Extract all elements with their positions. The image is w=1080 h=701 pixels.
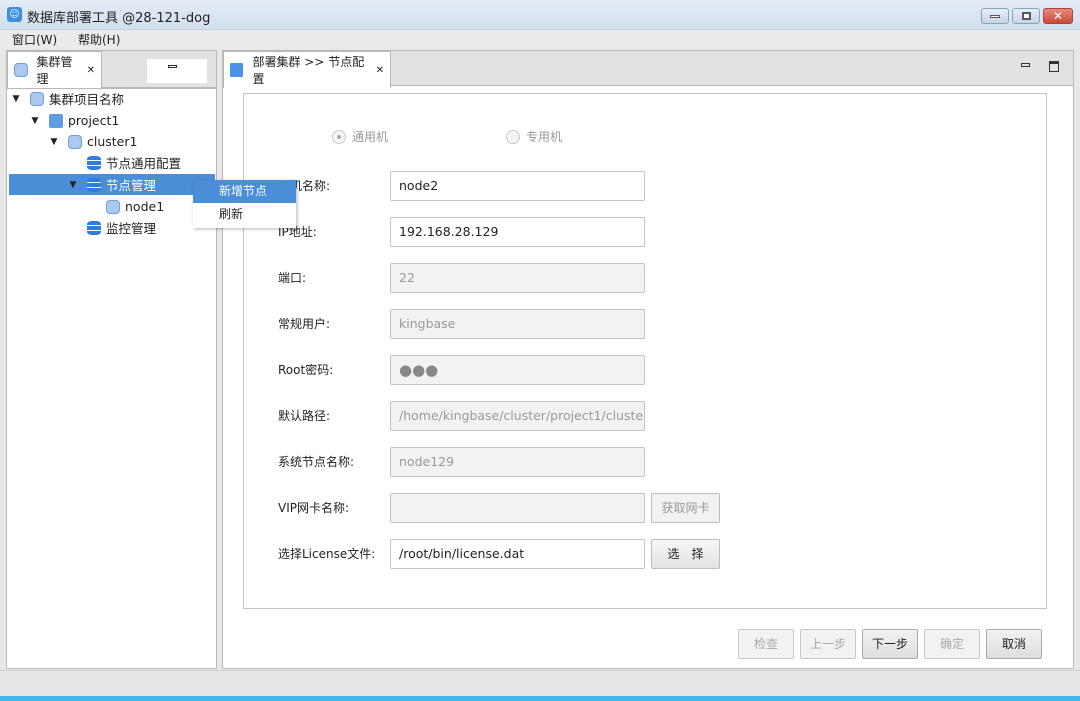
- port-input[interactable]: 22: [390, 263, 645, 293]
- tree-label: 节点管理: [106, 178, 157, 193]
- radio-label: 通用机: [352, 130, 389, 144]
- context-menu: 新增节点 刷新: [193, 180, 296, 228]
- menu-window[interactable]: 窗口(W): [12, 31, 57, 48]
- minimize-view-button[interactable]: [147, 59, 207, 83]
- cancel-button[interactable]: 取消: [986, 629, 1042, 659]
- tree-label: project1: [68, 113, 120, 128]
- field-label: 系统节点名称:: [278, 455, 355, 469]
- app-icon: ☺: [7, 7, 22, 22]
- get-nic-button[interactable]: 获取网卡: [651, 493, 720, 523]
- system-node-name-input[interactable]: node129: [390, 447, 645, 477]
- database-icon: [87, 155, 101, 170]
- tree-item-monitoring[interactable]: 监控管理: [9, 217, 215, 238]
- hostname-input[interactable]: node2: [390, 171, 645, 201]
- database-icon: [87, 220, 101, 235]
- status-bar: [0, 670, 1080, 696]
- close-tab-icon[interactable]: ✕: [376, 65, 384, 76]
- field-label: 常规用户:: [278, 317, 331, 331]
- tree-label: 节点通用配置: [106, 156, 182, 171]
- default-path-input[interactable]: /home/kingbase/cluster/project1/cluster1: [390, 401, 645, 431]
- tree-item-node1[interactable]: node1: [9, 196, 215, 217]
- cluster-icon: [68, 134, 82, 149]
- vip-nic-input[interactable]: [390, 493, 645, 523]
- expand-icon[interactable]: ▼: [66, 180, 80, 190]
- tree-item-node-common-config[interactable]: 节点通用配置: [9, 152, 215, 173]
- minimize-view-button[interactable]: [1021, 63, 1030, 67]
- menu-item-refresh[interactable]: 刷新: [193, 203, 296, 226]
- previous-button[interactable]: 上一步: [800, 629, 856, 659]
- field-label: 选择License文件:: [278, 547, 376, 561]
- database-icon: [87, 177, 101, 192]
- tree-item-cluster1[interactable]: ▼ cluster1: [9, 131, 215, 152]
- close-button[interactable]: ✕: [1043, 8, 1073, 24]
- tab-label: 部署集群 >> 节点配置: [252, 55, 365, 86]
- choose-license-button[interactable]: 选 择: [651, 539, 720, 569]
- user-input[interactable]: kingbase: [390, 309, 645, 339]
- field-label: 默认路径:: [278, 409, 331, 423]
- ip-address-input[interactable]: 192.168.28.129: [390, 217, 645, 247]
- root-password-input[interactable]: ●●●: [390, 355, 645, 385]
- tree-item-root[interactable]: ▼ 集群项目名称: [9, 88, 215, 109]
- check-button[interactable]: 检查: [738, 629, 794, 659]
- tab-label: 集群管理: [36, 55, 73, 86]
- title-bar: ☺ 数据库部署工具 @28-121-dog ✕: [0, 0, 1080, 30]
- radio-general-machine[interactable]: [332, 130, 346, 144]
- form-box: [243, 93, 1047, 609]
- window-border: [0, 696, 1080, 701]
- menu-help[interactable]: 帮助(H): [78, 31, 120, 48]
- field-label: VIP网卡名称:: [278, 501, 350, 515]
- field-label: Root密码:: [278, 363, 334, 377]
- folder-icon: [230, 63, 244, 77]
- cluster-icon: [106, 199, 120, 214]
- menu-bar: 窗口(W) 帮助(H): [0, 30, 1080, 48]
- window-title: 数据库部署工具 @28-121-dog: [27, 11, 211, 26]
- expand-icon[interactable]: ▼: [28, 116, 42, 126]
- tree-item-node-management[interactable]: ▼ 节点管理: [9, 174, 215, 195]
- maximize-view-button[interactable]: [1049, 61, 1059, 72]
- tree-item-project1[interactable]: ▼ project1: [9, 110, 215, 131]
- expand-icon[interactable]: ▼: [9, 94, 23, 104]
- tree-label: 集群项目名称: [49, 92, 125, 107]
- cluster-icon: [30, 91, 44, 106]
- maximize-button[interactable]: [1012, 8, 1040, 24]
- field-label: 端口:: [278, 271, 307, 285]
- next-button[interactable]: 下一步: [862, 629, 918, 659]
- tab-cluster-management[interactable]: 集群管理 ✕: [7, 51, 102, 88]
- radio-label: 专用机: [526, 130, 563, 144]
- tree-label: 监控管理: [106, 221, 157, 236]
- tree-label: cluster1: [87, 134, 138, 149]
- cluster-icon: [14, 63, 28, 77]
- tree-label: node1: [125, 199, 165, 214]
- ok-button[interactable]: 确定: [924, 629, 980, 659]
- menu-item-add-node[interactable]: 新增节点: [193, 180, 296, 203]
- tab-node-config[interactable]: 部署集群 >> 节点配置 ✕: [223, 51, 391, 88]
- project-icon: [49, 113, 63, 128]
- expand-icon[interactable]: ▼: [47, 137, 61, 147]
- radio-dedicated-machine[interactable]: [506, 130, 520, 144]
- license-file-input[interactable]: /root/bin/license.dat: [390, 539, 645, 569]
- close-tab-icon[interactable]: ✕: [87, 65, 95, 76]
- minimize-button[interactable]: [981, 8, 1009, 24]
